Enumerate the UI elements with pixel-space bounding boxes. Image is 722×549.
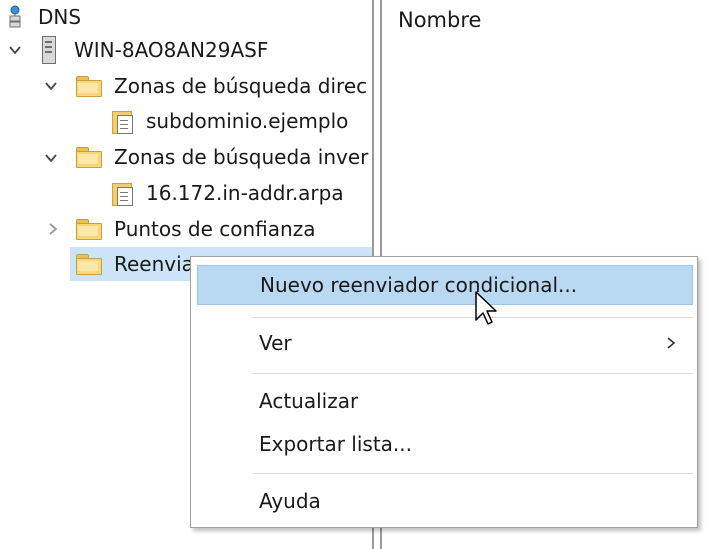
menu-item-label: Ayuda	[259, 489, 321, 513]
mouse-pointer-icon	[474, 290, 498, 328]
tree-node-label: WIN-8AO8AN29ASF	[74, 38, 269, 62]
folder-icon	[76, 147, 102, 168]
tree-node-trust-points[interactable]: Puntos de confianza	[76, 212, 315, 246]
tree-node-label: 16.172.in-addr.arpa	[146, 181, 344, 205]
menu-item-help[interactable]: Ayuda	[197, 481, 693, 521]
tree-node-label: Reenvia	[114, 252, 194, 276]
menu-item-label: Exportar lista...	[259, 432, 413, 456]
tree-node-label: Zonas de búsqueda inver	[114, 145, 369, 169]
menu-item-view[interactable]: Ver	[197, 323, 693, 363]
menu-separator	[253, 373, 693, 374]
zone-file-icon	[112, 181, 134, 206]
folder-icon	[76, 76, 102, 97]
folder-icon	[76, 219, 102, 240]
tree-node-forward-zones[interactable]: Zonas de búsqueda direc	[76, 69, 367, 103]
menu-item-label: Actualizar	[259, 389, 359, 413]
folder-icon	[76, 254, 102, 275]
tree-node-dns[interactable]: DNS	[6, 0, 81, 34]
submenu-arrow-icon	[665, 335, 677, 349]
tree-node-label: Zonas de búsqueda direc	[114, 74, 368, 98]
column-header-name[interactable]: Nombre	[398, 8, 481, 32]
tree-node-reverse-zone-arpa[interactable]: 16.172.in-addr.arpa	[112, 176, 344, 210]
menu-item-label: Nuevo reenviador condicional...	[260, 273, 578, 297]
menu-separator	[253, 317, 693, 318]
chevron-right-icon[interactable]	[46, 222, 60, 236]
menu-separator	[253, 473, 693, 474]
zone-file-icon	[112, 109, 134, 134]
context-menu: Nuevo reenviador condicional... Ver Actu…	[190, 256, 698, 528]
server-icon	[42, 36, 56, 64]
tree-node-reverse-zones[interactable]: Zonas de búsqueda inver	[76, 140, 368, 174]
menu-item-label: Ver	[259, 331, 292, 355]
menu-item-refresh[interactable]: Actualizar	[197, 381, 693, 421]
chevron-down-icon[interactable]	[44, 151, 58, 165]
chevron-down-icon[interactable]	[44, 79, 58, 93]
tree-node-server[interactable]: WIN-8AO8AN29ASF	[42, 33, 268, 67]
tree-node-label: DNS	[38, 5, 82, 29]
menu-item-export-list[interactable]: Exportar lista...	[197, 424, 693, 464]
tree-node-label: subdominio.ejemplo	[146, 109, 349, 133]
dns-server-icon	[6, 5, 24, 29]
menu-item-new-conditional-forwarder[interactable]: Nuevo reenviador condicional...	[197, 265, 693, 305]
chevron-down-icon[interactable]	[8, 43, 22, 57]
tree-node-label: Puntos de confianza	[114, 217, 316, 241]
tree-node-subdominio[interactable]: subdominio.ejemplo	[112, 104, 348, 138]
